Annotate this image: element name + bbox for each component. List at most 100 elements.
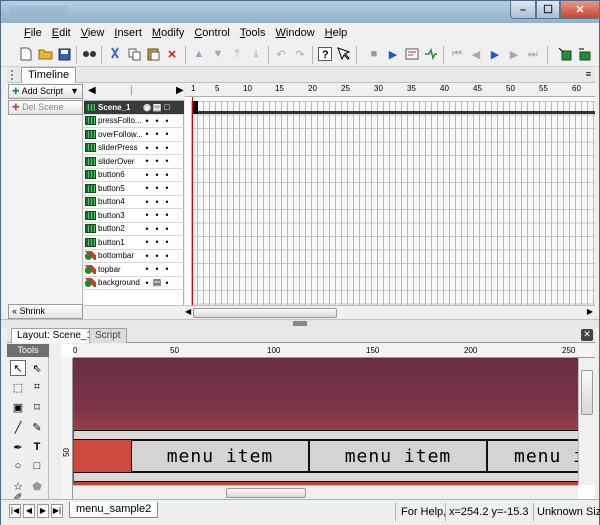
- menu-help[interactable]: Help: [320, 27, 353, 39]
- move-top-icon[interactable]: ⤒: [229, 46, 245, 62]
- menu-insert[interactable]: Insert: [109, 27, 147, 39]
- scroll-left-icon[interactable]: ◀: [88, 85, 96, 96]
- panel-grip-icon[interactable]: [11, 70, 17, 80]
- insert-object-icon[interactable]: [557, 46, 573, 62]
- text-tool-icon[interactable]: T: [29, 439, 45, 455]
- ellipse-tool-icon[interactable]: ○: [10, 458, 26, 474]
- redo-icon[interactable]: ↷: [292, 46, 308, 62]
- move-down-icon[interactable]: ▼: [210, 46, 226, 62]
- stop-icon[interactable]: ■: [366, 46, 382, 62]
- first-tab-icon[interactable]: |◀: [9, 504, 21, 518]
- close-icon[interactable]: ✕: [581, 329, 593, 341]
- canvas-vertical-scrollbar[interactable]: [578, 358, 595, 485]
- splitter-handle[interactable]: [293, 321, 307, 326]
- scroll-right-icon[interactable]: ▶: [176, 85, 184, 96]
- horizontal-scroll-thumb[interactable]: [226, 488, 306, 498]
- copy-icon[interactable]: [126, 46, 142, 62]
- add-script-button[interactable]: ✚ Add Script ▼: [8, 84, 83, 99]
- paste-icon[interactable]: [145, 46, 161, 62]
- frame-scroll-thumb[interactable]: [193, 308, 337, 318]
- pen-tool-icon[interactable]: ✒: [10, 439, 26, 455]
- save-icon[interactable]: [56, 46, 72, 62]
- maximize-button[interactable]: ☐: [536, 1, 560, 19]
- panel-splitter[interactable]: [1, 319, 599, 327]
- rectangle-tool-icon[interactable]: □: [29, 458, 45, 474]
- polygon-tool-icon[interactable]: ⬟: [29, 478, 45, 494]
- transform-tool-icon[interactable]: ⬚: [10, 379, 26, 395]
- insert-layer-icon[interactable]: [576, 46, 592, 62]
- subselect-tool-icon[interactable]: ⇖: [29, 360, 45, 376]
- menu-control[interactable]: Control: [189, 27, 234, 39]
- layer-row[interactable]: bottombar • • •: [84, 250, 184, 263]
- horizontal-ruler[interactable]: 0 50 100 150 200 250: [73, 344, 595, 358]
- vertical-scroll-thumb[interactable]: [581, 370, 593, 415]
- eye-icon[interactable]: ◉: [142, 102, 152, 113]
- play-icon[interactable]: ▶: [385, 46, 401, 62]
- menu-edit[interactable]: Edit: [47, 27, 76, 39]
- context-help-icon[interactable]: [336, 46, 352, 62]
- menu-file[interactable]: File: [19, 27, 47, 39]
- frame-area[interactable]: 1 5 10 15 20 25 30 35 40 45 50 55 60 ◀ ▶: [185, 83, 595, 319]
- open-folder-icon[interactable]: [37, 46, 53, 62]
- lock-icon[interactable]: ▤: [152, 102, 162, 113]
- layer-row[interactable]: overFollow... • • •: [84, 128, 184, 142]
- move-up-icon[interactable]: ▲: [191, 46, 207, 62]
- next-tab-icon[interactable]: ▶: [37, 504, 49, 518]
- minimize-button[interactable]: –: [510, 1, 536, 19]
- pencil-tool-icon[interactable]: ✎: [29, 419, 45, 435]
- menu-tools[interactable]: Tools: [235, 27, 271, 39]
- layer-row[interactable]: button1 • • •: [84, 236, 184, 250]
- arrow-tool-icon[interactable]: ↖: [10, 360, 26, 376]
- frame-grid[interactable]: [191, 101, 595, 307]
- cut-icon[interactable]: [107, 46, 123, 62]
- prev-frame-icon[interactable]: ◀: [468, 46, 484, 62]
- menu-modify[interactable]: Modify: [147, 27, 189, 39]
- scroll-right-icon[interactable]: ▶: [587, 307, 593, 316]
- playhead[interactable]: [192, 97, 193, 307]
- frame-ruler[interactable]: 1 5 10 15 20 25 30 35 40 45 50 55 60: [185, 83, 595, 97]
- menu-item-button[interactable]: menu item: [309, 440, 487, 472]
- layer-row[interactable]: button3 • • •: [84, 209, 184, 223]
- panel-menu-icon[interactable]: ≡: [586, 69, 591, 79]
- menu-item-button[interactable]: menu item: [131, 440, 309, 472]
- layer-row[interactable]: button6 • • •: [84, 169, 184, 182]
- new-file-icon[interactable]: [18, 46, 34, 62]
- layer-scrollbar[interactable]: [84, 305, 184, 319]
- prev-tab-icon[interactable]: ◀: [23, 504, 35, 518]
- tab-script[interactable]: Script: [89, 328, 127, 343]
- layer-row[interactable]: button5 • • •: [84, 182, 184, 196]
- scroll-left-icon[interactable]: ◀: [185, 307, 191, 316]
- layer-row-scene[interactable]: Scene_1 ◉ ▤ □: [84, 101, 184, 115]
- timeline-tab[interactable]: Timeline: [21, 67, 77, 83]
- layer-row[interactable]: background • ▤ •: [84, 277, 184, 290]
- shrink-button[interactable]: « Shrink: [8, 304, 83, 319]
- del-scene-button[interactable]: ✚ Del Scene: [8, 100, 83, 115]
- reshape-tool-icon[interactable]: ⌗: [29, 379, 45, 395]
- layer-row[interactable]: topbar • • •: [84, 263, 184, 277]
- outline-icon[interactable]: □: [162, 102, 172, 112]
- layer-row[interactable]: sliderOver • • •: [84, 155, 184, 169]
- vertical-ruler[interactable]: 50: [61, 358, 73, 499]
- next-frame-icon[interactable]: ▶: [506, 46, 522, 62]
- layer-row[interactable]: sliderPress • • •: [84, 142, 184, 155]
- move-bottom-icon[interactable]: ⤓: [248, 46, 264, 62]
- test-all-icon[interactable]: [423, 46, 439, 62]
- menu-window[interactable]: Window: [271, 27, 320, 39]
- first-frame-icon[interactable]: ⏮: [449, 46, 465, 62]
- stage[interactable]: menu item menu item menu item: [73, 358, 595, 485]
- lock-icon[interactable]: ▤: [152, 277, 162, 288]
- play-timeline-icon[interactable]: ▶: [487, 46, 503, 62]
- layer-row[interactable]: pressFollo... • • •: [84, 115, 184, 128]
- tab-layout-scene[interactable]: Layout: Scene_1: [11, 328, 99, 343]
- undo-icon[interactable]: ↶: [273, 46, 289, 62]
- stage-canvas[interactable]: 0 50 100 150 200 250 50 menu item menu i…: [61, 344, 595, 499]
- menu-bar-graphic[interactable]: menu item menu item menu item: [73, 430, 595, 482]
- test-scene-icon[interactable]: [404, 46, 420, 62]
- crop-tool-icon[interactable]: ⌑: [29, 399, 45, 415]
- preview-icon[interactable]: [81, 46, 97, 62]
- layer-row[interactable]: button2 • • •: [84, 223, 184, 236]
- last-tab-icon[interactable]: ▶|: [51, 504, 63, 518]
- frame-scrollbar[interactable]: ◀ ▶: [185, 305, 595, 319]
- layer-row[interactable]: button4 • • •: [84, 196, 184, 209]
- image-tool-icon[interactable]: ▣: [10, 399, 26, 415]
